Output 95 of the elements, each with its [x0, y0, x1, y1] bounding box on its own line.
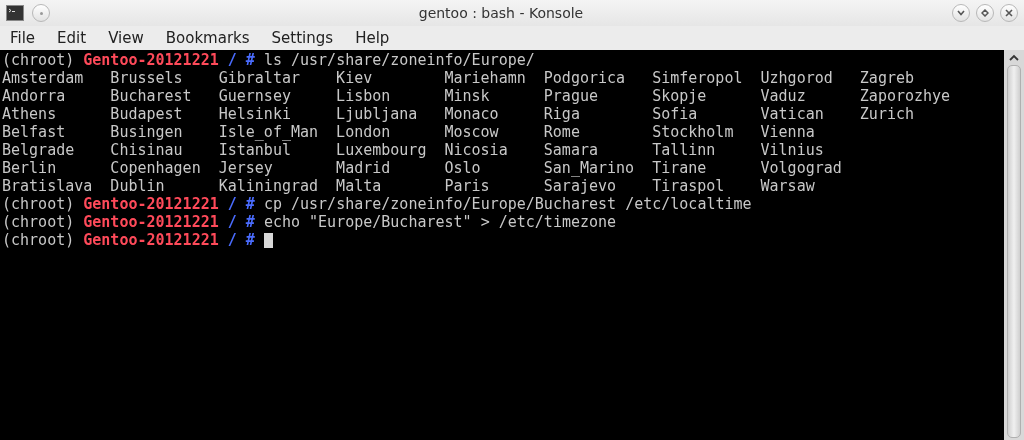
file-name: Minsk	[444, 87, 491, 105]
file-name: Istanbul	[218, 141, 292, 159]
menu-item[interactable]: Bookmarks	[165, 26, 250, 50]
file-name: Sarajevo	[543, 177, 618, 195]
file-name: Athens	[2, 105, 58, 123]
file-name: Sofia	[652, 105, 699, 123]
file-name: Rome	[543, 123, 581, 141]
file-name: Budapest	[110, 105, 184, 123]
file-name: Vatican	[760, 105, 825, 123]
terminal-icon	[6, 5, 24, 21]
file-name: Luxembourg	[336, 141, 428, 159]
window-title: gentoo : bash - Konsole	[418, 3, 584, 23]
file-name: Warsaw	[760, 177, 816, 195]
file-name: Vienna	[760, 123, 816, 141]
file-name: Madrid	[336, 159, 392, 177]
prompt-symbol: #	[245, 213, 255, 231]
scrollbar-thumb[interactable]	[1007, 65, 1021, 438]
file-name: Belgrade	[2, 141, 76, 159]
close-icon	[1005, 9, 1013, 17]
file-name: Skopje	[652, 87, 708, 105]
text-cursor	[263, 232, 273, 248]
menu-item[interactable]: View	[108, 26, 144, 50]
file-name: Jersey	[218, 159, 274, 177]
file-name: Moscow	[444, 123, 500, 141]
file-name: Nicosia	[444, 141, 509, 159]
prompt-path: /	[227, 213, 237, 231]
chevron-down-icon	[957, 10, 965, 16]
file-name: Brussels	[110, 69, 184, 87]
maximize-button[interactable]	[976, 4, 994, 22]
command-text: ls /usr/share/zoneinfo/Europe/	[263, 51, 535, 69]
file-name: Vaduz	[760, 87, 807, 105]
prompt-symbol: #	[245, 51, 255, 69]
prompt-prefix: (chroot)	[2, 195, 75, 213]
file-name: Bucharest	[110, 87, 193, 105]
prompt-prefix: (chroot)	[2, 231, 75, 249]
file-name: Vilnius	[760, 141, 825, 159]
menu-item[interactable]: Edit	[57, 26, 87, 50]
file-name: Podgorica	[543, 69, 627, 87]
file-name: Ljubljana	[336, 105, 419, 123]
prompt-host: Gentoo-20121221	[83, 213, 219, 231]
menu-item[interactable]: Settings	[271, 26, 334, 50]
command-text: echo "Europe/Bucharest" > /etc/timezone	[263, 213, 617, 231]
prompt-host: Gentoo-20121221	[83, 231, 219, 249]
minimize-button[interactable]	[952, 4, 970, 22]
file-name: Kaliningrad	[218, 177, 320, 195]
file-name: Zagreb	[859, 69, 916, 87]
file-name: Dublin	[110, 177, 166, 195]
file-name: Volgograd	[760, 159, 843, 177]
prompt-prefix: (chroot)	[2, 213, 75, 231]
file-name: Helsinki	[218, 105, 292, 123]
file-name: Tirane	[652, 159, 708, 177]
file-name: Gibraltar	[218, 69, 301, 87]
file-name: Bratislava	[2, 177, 94, 195]
file-name: Kiev	[336, 69, 374, 87]
file-name: Riga	[543, 105, 581, 123]
file-name: Lisbon	[336, 87, 392, 105]
prompt-symbol: #	[245, 231, 255, 249]
file-name: Monaco	[444, 105, 500, 123]
file-name: Tiraspol	[652, 177, 726, 195]
file-name: Tallinn	[652, 141, 717, 159]
diamond-icon	[981, 9, 989, 17]
file-name: Isle_of_Man	[218, 123, 320, 141]
file-name: Malta	[336, 177, 383, 195]
file-name: Copenhagen	[110, 159, 202, 177]
prompt-host: Gentoo-20121221	[83, 51, 219, 69]
close-button[interactable]	[1000, 4, 1018, 22]
file-name: Berlin	[2, 159, 58, 177]
file-name: London	[336, 123, 392, 141]
file-name: Simferopol	[652, 69, 744, 87]
command-text: cp /usr/share/zoneinfo/Europe/Bucharest /etc/localtime	[263, 195, 752, 213]
file-name: Andorra	[2, 87, 67, 105]
file-name: Zaporozhye	[859, 87, 952, 105]
file-name: Chisinau	[110, 141, 184, 159]
file-name: Paris	[444, 177, 491, 195]
file-name: Oslo	[444, 159, 482, 177]
menu-item[interactable]: File	[10, 26, 36, 50]
prompt-path: /	[227, 195, 237, 213]
file-name: Mariehamn	[444, 69, 527, 87]
prompt-symbol: #	[245, 195, 255, 213]
prompt-path: /	[227, 231, 237, 249]
file-name: Uzhgorod	[760, 69, 834, 87]
scroll-up-icon[interactable]	[1009, 54, 1019, 61]
prompt-path: /	[227, 51, 237, 69]
file-name: Prague	[543, 87, 599, 105]
prompt-host: Gentoo-20121221	[83, 195, 219, 213]
menu-item[interactable]: Help	[355, 26, 390, 50]
file-name: San_Marino	[543, 159, 636, 177]
file-name: Belfast	[2, 123, 67, 141]
file-name: Stockholm	[652, 123, 735, 141]
file-name: Samara	[543, 141, 599, 159]
file-name: Guernsey	[218, 87, 292, 105]
file-name: Busingen	[110, 123, 184, 141]
file-name: Amsterdam	[2, 69, 85, 87]
file-name: Zurich	[859, 105, 916, 123]
prompt-prefix: (chroot)	[2, 51, 75, 69]
